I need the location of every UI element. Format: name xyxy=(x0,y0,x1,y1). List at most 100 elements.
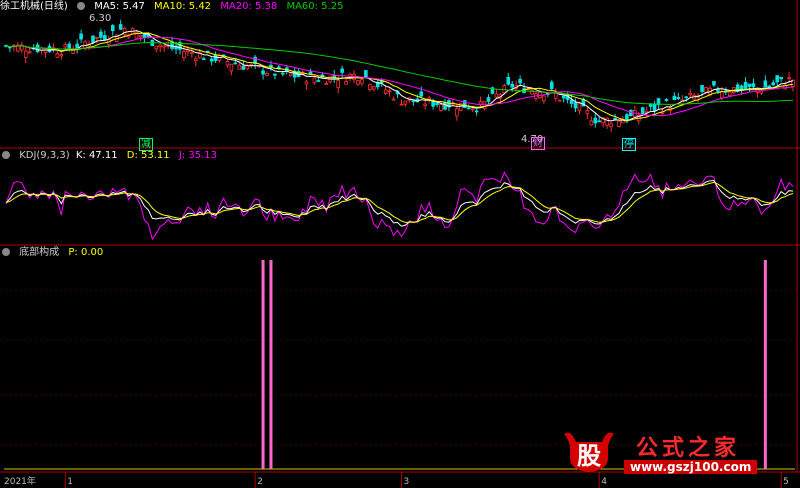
candle-body xyxy=(585,110,590,115)
j-line xyxy=(5,171,794,241)
candle-body xyxy=(63,44,68,48)
candle-body xyxy=(739,85,744,90)
candle-body xyxy=(91,35,95,43)
candle-body xyxy=(455,108,459,117)
candle-body xyxy=(542,95,546,102)
candle-body xyxy=(506,76,511,85)
candle-body xyxy=(419,91,424,97)
candle-body xyxy=(435,102,439,106)
watermark-title: 公式之家 xyxy=(636,436,741,461)
ma60-line xyxy=(5,42,794,105)
candle-body xyxy=(486,97,491,102)
time-axis-label: 5 xyxy=(783,477,789,487)
ma60-legend: MA60: 5.25 xyxy=(286,1,344,12)
candle-body xyxy=(308,71,313,74)
bottom-indicator-name[interactable]: 底部构成 xyxy=(19,247,59,258)
candle-body xyxy=(569,99,574,104)
candle-body xyxy=(403,100,408,105)
candle-body xyxy=(122,27,127,36)
candle-body xyxy=(775,75,780,83)
candle-body xyxy=(237,64,242,70)
candle-body xyxy=(158,44,163,48)
p-legend: P: 0.00 xyxy=(68,247,104,258)
main-chart-header: 徐工机械(日线) MA5: 5.47 MA10: 5.42 MA20: 5.38… xyxy=(0,0,349,14)
candle-body xyxy=(360,79,364,84)
settings-icon[interactable] xyxy=(77,2,85,10)
candle-body xyxy=(727,91,732,96)
candle-body xyxy=(356,80,360,85)
settings-icon[interactable] xyxy=(2,248,10,256)
stock-title[interactable]: 徐工机械(日线) xyxy=(0,1,68,12)
candle-body xyxy=(27,51,32,54)
candle-body xyxy=(510,83,515,88)
candle-body xyxy=(387,90,392,93)
kdj-indicator-name[interactable]: KDJ(9,3,3) xyxy=(19,150,69,161)
event-mark-ting[interactable]: 停 xyxy=(622,138,636,151)
time-axis-label: 2 xyxy=(257,477,263,487)
candle-body xyxy=(261,70,265,75)
ma20-legend: MA20: 5.38 xyxy=(220,1,278,12)
candle-body xyxy=(629,109,633,117)
candle-body xyxy=(201,58,206,61)
candle-body xyxy=(605,117,609,126)
candle-body xyxy=(371,86,376,90)
candle-body xyxy=(597,120,602,123)
candle-body xyxy=(557,99,562,102)
candle-body xyxy=(549,81,554,90)
candle-body xyxy=(482,101,487,110)
candle-body xyxy=(233,62,238,65)
candle-body xyxy=(672,95,677,100)
candle-body xyxy=(589,120,594,126)
candle-body xyxy=(103,35,107,41)
candle-body xyxy=(664,99,669,101)
candle-body xyxy=(577,103,582,112)
candle-body xyxy=(423,103,428,107)
candle-body xyxy=(55,52,60,58)
candle-body xyxy=(431,101,435,107)
event-mark-jian[interactable]: 减 xyxy=(139,138,153,151)
candle-body xyxy=(399,103,404,106)
candle-body xyxy=(368,84,372,90)
candle-body xyxy=(75,43,79,49)
candle-body xyxy=(110,25,115,32)
candle-body xyxy=(344,81,348,85)
moving-average-lines xyxy=(5,30,794,122)
candle-body xyxy=(194,58,198,62)
candle-body xyxy=(427,97,431,100)
candle-body xyxy=(411,100,416,103)
candle-body xyxy=(704,87,708,93)
candle-body xyxy=(304,81,309,85)
candle-body xyxy=(209,58,214,62)
candle-body xyxy=(288,73,293,77)
candle-body xyxy=(316,80,321,82)
watermark-url: www.gszj100.com xyxy=(624,460,758,474)
candle-body xyxy=(118,24,123,30)
candle-body xyxy=(142,33,147,39)
candle-body xyxy=(466,107,471,110)
candle-body xyxy=(779,76,783,80)
candle-body xyxy=(759,90,764,94)
candle-body xyxy=(138,35,143,38)
candle-body xyxy=(95,36,99,39)
candle-body xyxy=(23,50,28,58)
ma10-line xyxy=(5,32,794,122)
candle-body xyxy=(225,61,230,66)
candle-body xyxy=(613,118,617,120)
kdj-header: KDJ(9,3,3) K: 47.11 D: 53.11 J: 35.13 xyxy=(0,149,223,163)
candle-body xyxy=(716,89,720,92)
ma10-legend: MA10: 5.42 xyxy=(154,1,212,12)
candle-body xyxy=(190,52,194,55)
candle-body xyxy=(700,85,704,93)
candle-body xyxy=(265,72,269,76)
watermark: 股 公式之家 www.gszj100.com xyxy=(560,428,780,478)
chart-canvas: 2021年 1 2 3 4 5 xyxy=(0,0,800,488)
candle-body xyxy=(99,31,103,38)
candle-body xyxy=(712,81,716,86)
k-legend: K: 47.11 xyxy=(75,150,118,161)
time-axis-label: 4 xyxy=(601,477,607,487)
ma5-legend: MA5: 5.47 xyxy=(94,1,145,12)
settings-icon[interactable] xyxy=(2,151,10,159)
candle-body xyxy=(213,54,218,62)
event-mark-cai[interactable]: 财 xyxy=(531,137,545,150)
candle-body xyxy=(652,104,657,112)
